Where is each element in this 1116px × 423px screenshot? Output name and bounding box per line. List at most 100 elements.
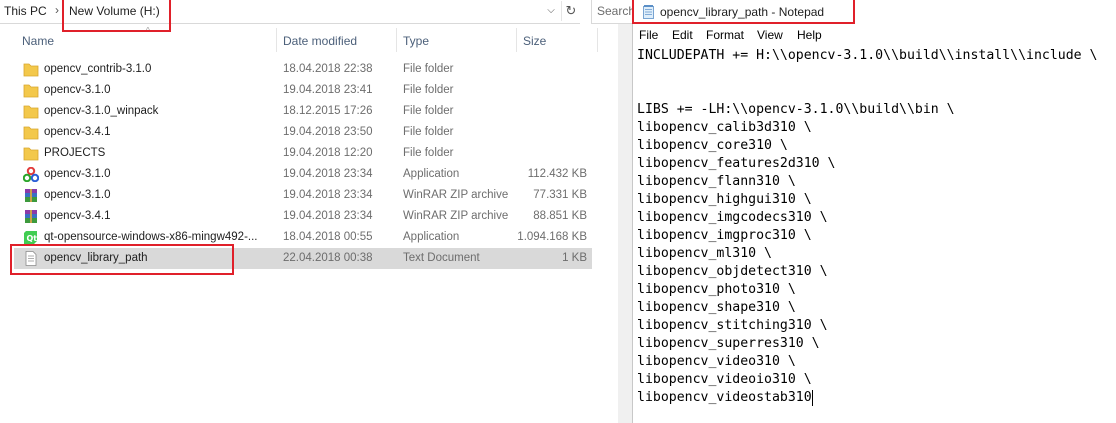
text-caret bbox=[811, 390, 813, 406]
file-type: File folder bbox=[403, 63, 454, 75]
file-date: 18.04.2018 00:55 bbox=[283, 231, 373, 243]
file-row[interactable]: opencv-3.4.1 19.04.2018 23:34 WinRAR ZIP… bbox=[14, 206, 592, 227]
folder-icon bbox=[23, 126, 39, 140]
folder-icon bbox=[23, 63, 39, 77]
file-name: qt-opensource-windows-x86-mingw492-... bbox=[44, 231, 258, 243]
file-row[interactable]: opencv-3.1.0 19.04.2018 23:34 WinRAR ZIP… bbox=[14, 185, 592, 206]
winrar-archive-icon bbox=[25, 189, 37, 202]
file-size: 112.432 KB bbox=[527, 168, 587, 180]
window-title: opencv_library_path - Notepad bbox=[660, 5, 825, 19]
text-line: libopencv_flann310 \ bbox=[637, 174, 796, 189]
menu-file[interactable]: File bbox=[639, 28, 658, 42]
file-size: 77.331 KB bbox=[533, 189, 587, 201]
menu-view[interactable]: View bbox=[757, 28, 783, 42]
file-type: Text Document bbox=[403, 252, 480, 264]
menu-edit[interactable]: Edit bbox=[672, 28, 693, 42]
text-line: libopencv_superres310 \ bbox=[637, 336, 820, 351]
file-name: opencv_contrib-3.1.0 bbox=[44, 63, 152, 75]
file-row[interactable]: opencv-3.4.1 19.04.2018 23:50 File folde… bbox=[14, 122, 592, 143]
column-divider[interactable] bbox=[516, 28, 517, 52]
notepad-titlebar[interactable]: opencv_library_path - Notepad bbox=[633, 0, 1116, 26]
address-bar[interactable]: This PC › New Volume (H:) ⌵ ↻ bbox=[0, 0, 580, 24]
text-line: libopencv_photo310 \ bbox=[637, 282, 796, 297]
breadcrumb-new-volume[interactable]: New Volume (H:) bbox=[69, 4, 160, 18]
file-row[interactable]: opencv-3.1.0 19.04.2018 23:34 Applicatio… bbox=[14, 164, 592, 185]
file-date: 19.04.2018 12:20 bbox=[283, 147, 373, 159]
column-header-name[interactable]: Name bbox=[22, 34, 54, 48]
column-divider[interactable] bbox=[597, 28, 598, 52]
file-date: 18.12.2015 17:26 bbox=[283, 105, 373, 117]
breadcrumb-separator[interactable]: › bbox=[55, 3, 59, 17]
file-date: 18.04.2018 22:38 bbox=[283, 63, 373, 75]
text-line: libopencv_highgui310 \ bbox=[637, 192, 812, 207]
file-row-selected[interactable]: opencv_library_path 22.04.2018 00:38 Tex… bbox=[14, 248, 592, 269]
chevron-down-icon[interactable]: ⌵ bbox=[543, 3, 559, 19]
file-date: 22.04.2018 00:38 bbox=[283, 252, 373, 264]
menu-format[interactable]: Format bbox=[706, 28, 744, 42]
file-type: File folder bbox=[403, 105, 454, 117]
text-line: libopencv_ml310 \ bbox=[637, 246, 772, 261]
file-name: opencv-3.1.0_winpack bbox=[44, 105, 159, 117]
sort-up-icon: ^ bbox=[146, 26, 150, 35]
folder-icon bbox=[23, 105, 39, 119]
file-type: File folder bbox=[403, 126, 454, 138]
file-name: opencv-3.1.0 bbox=[44, 189, 111, 201]
search-placeholder: Search bbox=[597, 4, 633, 18]
file-size: 88.851 KB bbox=[533, 210, 587, 222]
notepad-icon bbox=[643, 5, 654, 19]
file-row[interactable]: opencv-3.1.0 19.04.2018 23:41 File folde… bbox=[14, 80, 592, 101]
file-date: 19.04.2018 23:41 bbox=[283, 84, 373, 96]
file-size: 1 KB bbox=[562, 252, 587, 264]
folder-icon bbox=[23, 84, 39, 98]
file-type: WinRAR ZIP archive bbox=[403, 210, 509, 222]
file-date: 19.04.2018 23:50 bbox=[283, 126, 373, 138]
file-type: File folder bbox=[403, 84, 454, 96]
text-line: libopencv_video310 \ bbox=[637, 354, 796, 369]
column-divider[interactable] bbox=[396, 28, 397, 52]
notepad-window: opencv_library_path - Notepad File Edit … bbox=[632, 0, 1116, 423]
qt-app-icon: Qt bbox=[24, 231, 38, 244]
file-name: opencv-3.1.0 bbox=[44, 84, 111, 96]
file-row[interactable]: opencv-3.1.0_winpack 18.12.2015 17:26 Fi… bbox=[14, 101, 592, 122]
file-type: File folder bbox=[403, 147, 454, 159]
svg-text:Qt: Qt bbox=[27, 234, 38, 243]
text-document-icon bbox=[25, 251, 37, 266]
file-name: opencv-3.4.1 bbox=[44, 210, 111, 222]
vertical-scrollbar[interactable] bbox=[618, 24, 632, 423]
text-editor-area[interactable]: INCLUDEPATH += H:\\opencv-3.1.0\\build\\… bbox=[633, 46, 1116, 423]
file-type: WinRAR ZIP archive bbox=[403, 189, 509, 201]
file-name: opencv_library_path bbox=[44, 252, 148, 264]
refresh-icon[interactable]: ↻ bbox=[561, 1, 580, 21]
file-name: opencv-3.4.1 bbox=[44, 126, 111, 138]
column-header-type[interactable]: Type bbox=[403, 34, 429, 48]
text-line: libopencv_shape310 \ bbox=[637, 300, 796, 315]
file-row[interactable]: opencv_contrib-3.1.0 18.04.2018 22:38 Fi… bbox=[14, 59, 592, 80]
file-type: Application bbox=[403, 168, 460, 180]
text-line: LIBS += -LH:\\opencv-3.1.0\\build\\bin \ bbox=[637, 102, 955, 117]
text-line: INCLUDEPATH += H:\\opencv-3.1.0\\build\\… bbox=[637, 48, 1098, 63]
file-name: PROJECTS bbox=[44, 147, 106, 159]
file-explorer-window: This PC › New Volume (H:) ⌵ ↻ Search ^ N… bbox=[0, 0, 633, 423]
column-header-size[interactable]: Size bbox=[523, 34, 546, 48]
file-row[interactable]: Qt qt-opensource-windows-x86-mingw492-..… bbox=[14, 227, 592, 248]
text-line: libopencv_imgcodecs310 \ bbox=[637, 210, 828, 225]
file-row[interactable]: PROJECTS 19.04.2018 12:20 File folder bbox=[14, 143, 592, 164]
text-line: libopencv_calib3d310 \ bbox=[637, 120, 812, 135]
column-header: ^ Name Date modified Type Size bbox=[0, 26, 600, 56]
breadcrumb-this-pc[interactable]: This PC bbox=[4, 4, 47, 18]
file-size: 1.094.168 KB bbox=[517, 231, 587, 243]
file-date: 19.04.2018 23:34 bbox=[283, 210, 373, 222]
file-type: Application bbox=[403, 231, 460, 243]
file-date: 19.04.2018 23:34 bbox=[283, 168, 373, 180]
text-line: libopencv_videoio310 \ bbox=[637, 372, 812, 387]
column-header-date[interactable]: Date modified bbox=[283, 34, 357, 48]
search-input[interactable]: Search bbox=[591, 0, 633, 24]
column-divider[interactable] bbox=[276, 28, 277, 52]
folder-icon bbox=[23, 147, 39, 161]
text-line: libopencv_core310 \ bbox=[637, 138, 788, 153]
opencv-app-icon bbox=[23, 167, 39, 182]
text-line: libopencv_stitching310 \ bbox=[637, 318, 828, 333]
text-line: libopencv_objdetect310 \ bbox=[637, 264, 828, 279]
winrar-archive-icon bbox=[25, 210, 37, 223]
menu-help[interactable]: Help bbox=[797, 28, 822, 42]
